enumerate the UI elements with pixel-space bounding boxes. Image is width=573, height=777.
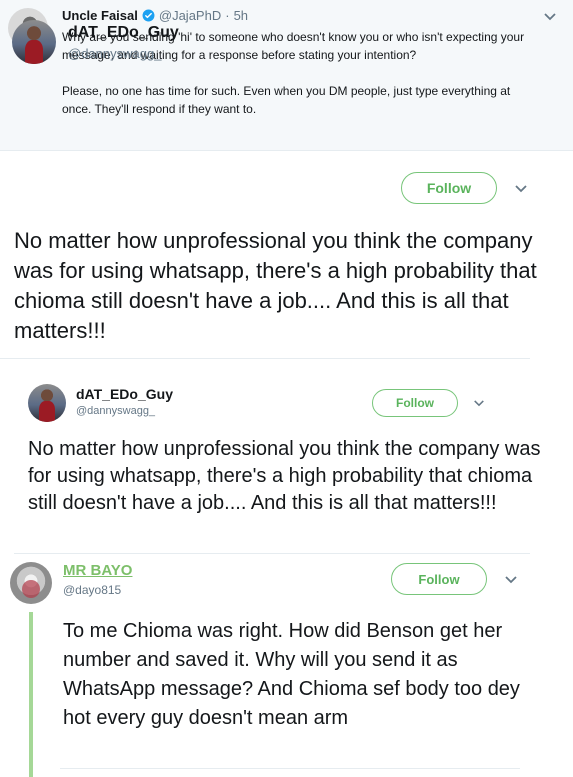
- avatar[interactable]: [28, 384, 66, 422]
- top-tweet: Uncle Faisal @JajaPhD · 5h Why are you s…: [0, 0, 573, 150]
- author-handle[interactable]: @dannyswagg_: [68, 46, 161, 61]
- author-name[interactable]: MR BAYO: [63, 562, 132, 579]
- tweet-paragraph: Please, no one has time for such. Even w…: [62, 84, 511, 116]
- follow-button[interactable]: Follow: [401, 172, 497, 204]
- tweet-text: No matter how unprofessional you think t…: [28, 438, 541, 514]
- author-name[interactable]: Uncle Faisal: [62, 8, 138, 23]
- chevron-down-icon[interactable]: [514, 184, 528, 194]
- separator: ·: [225, 8, 230, 23]
- tweet-text: To me Chioma was right. How did Benson g…: [63, 620, 520, 729]
- author-name[interactable]: dAT_EDo_Guy: [76, 386, 173, 402]
- author-handle[interactable]: @dayo815: [63, 583, 121, 597]
- follow-button[interactable]: Follow: [372, 389, 458, 417]
- timestamp[interactable]: 5h: [234, 8, 248, 23]
- divider: [0, 358, 530, 359]
- divider: [60, 768, 520, 769]
- avatar[interactable]: [10, 562, 52, 604]
- chevron-down-icon[interactable]: [504, 575, 518, 585]
- chevron-down-icon[interactable]: [473, 399, 485, 408]
- thread-rail: [29, 612, 33, 777]
- tweet-header: Uncle Faisal @JajaPhD · 5h: [62, 8, 248, 23]
- author-handle[interactable]: @JajaPhD: [159, 8, 221, 23]
- avatar[interactable]: [12, 20, 56, 64]
- tweet-text: No matter how unprofessional you think t…: [14, 228, 537, 343]
- author-handle[interactable]: @dannyswagg_: [76, 405, 155, 417]
- verified-icon: [142, 9, 155, 22]
- author-name[interactable]: dAT_EDo_Guy: [68, 24, 179, 42]
- follow-button[interactable]: Follow: [391, 563, 487, 595]
- divider: [14, 553, 530, 554]
- chevron-down-icon[interactable]: [543, 12, 557, 22]
